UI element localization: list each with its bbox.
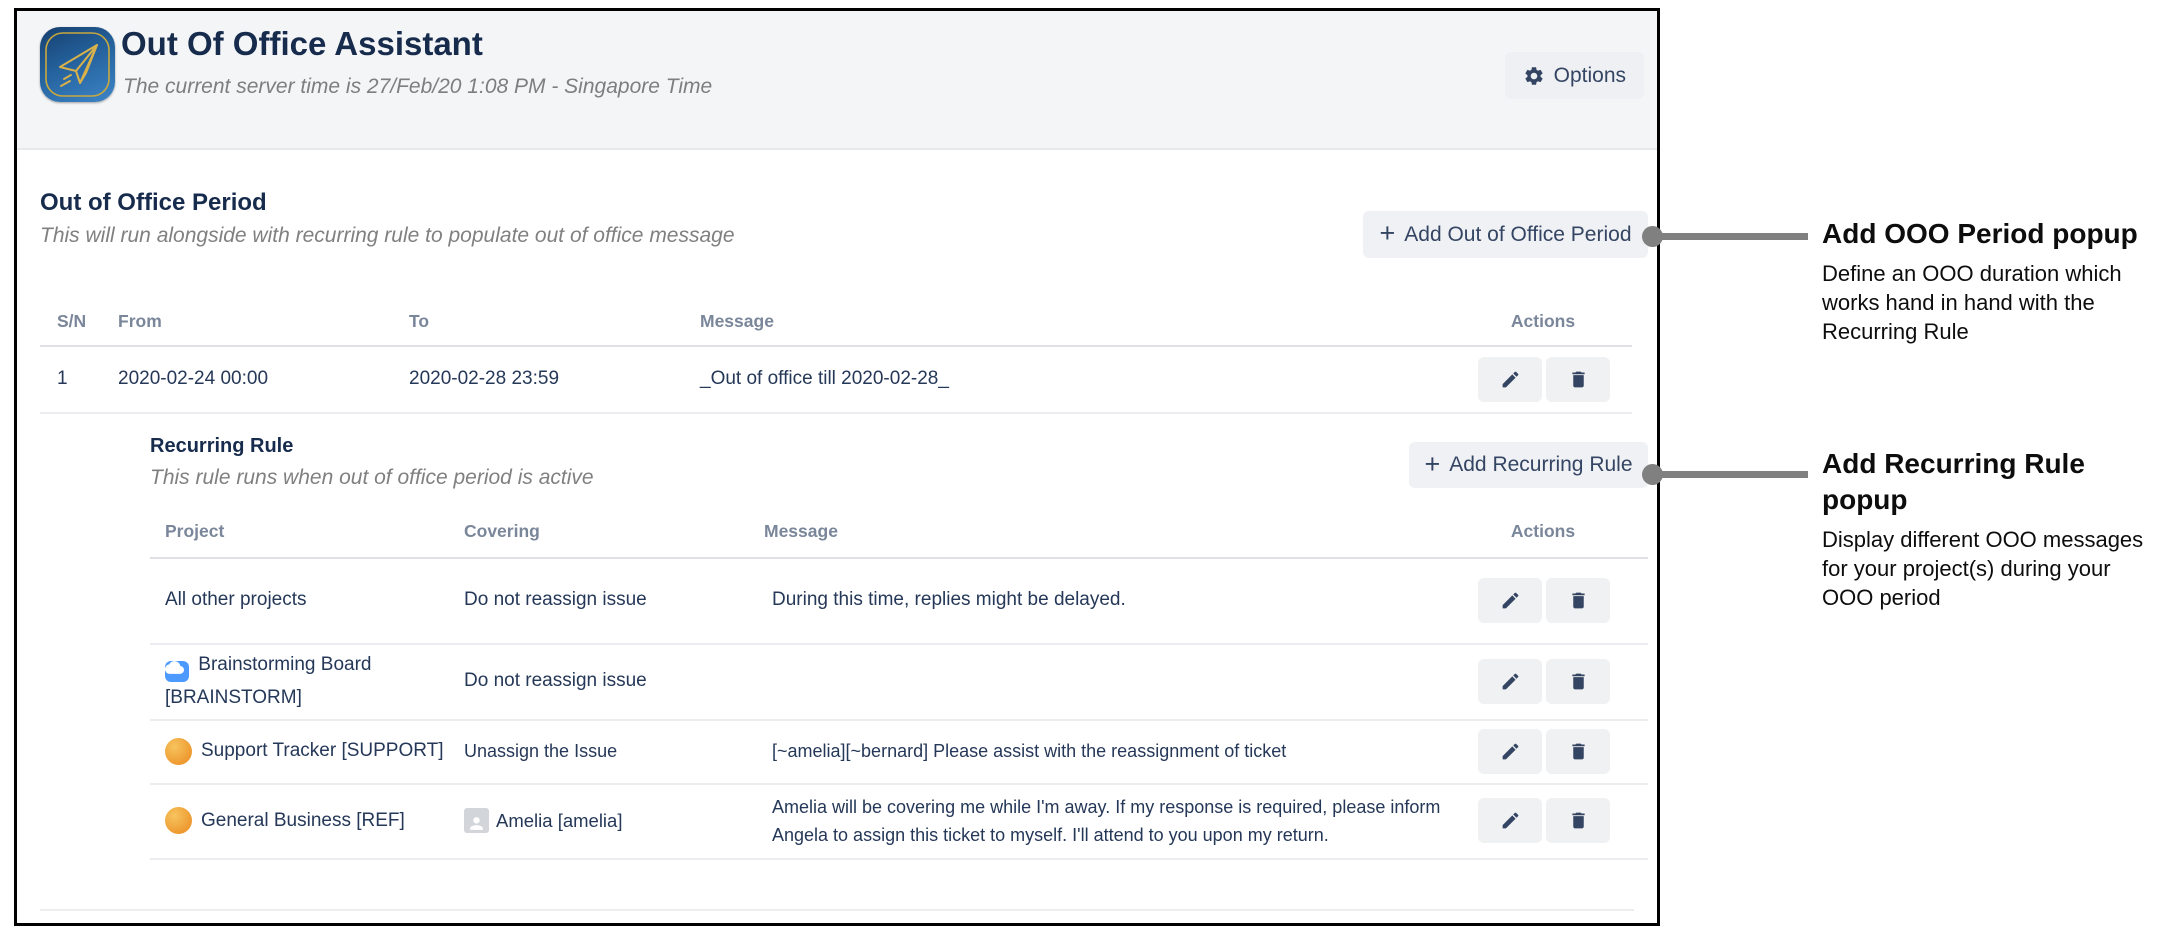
- annotation-title: Add OOO Period popup: [1822, 216, 2160, 252]
- cell-project: General Business [REF]: [165, 783, 455, 858]
- cell-project: Support Tracker [SUPPORT]: [165, 719, 455, 783]
- trash-icon: [1568, 369, 1589, 390]
- edit-recurring-rule-button[interactable]: [1478, 578, 1542, 623]
- trash-icon: [1568, 810, 1589, 831]
- cell-covering: Amelia [amelia]: [464, 783, 754, 858]
- recurring-rule-subtitle: This rule runs when out of office period…: [150, 466, 594, 490]
- pencil-icon: [1500, 741, 1521, 762]
- col-header-message: Message: [700, 299, 774, 343]
- cell-covering: Unassign the Issue: [464, 719, 744, 783]
- trash-icon: [1568, 671, 1589, 692]
- project-name: Support Tracker [SUPPORT]: [201, 740, 444, 762]
- paper-plane-icon: [40, 27, 115, 102]
- annotation-body: Display different OOO messages for your …: [1822, 525, 2160, 612]
- project-name: Brainstorming Board [BRAINSTORM]: [165, 654, 371, 708]
- col-header-covering: Covering: [464, 511, 540, 551]
- options-button[interactable]: Options: [1505, 52, 1644, 99]
- cell-project: Brainstorming Board [BRAINSTORM]: [165, 643, 437, 719]
- connector-dot: [1642, 226, 1663, 247]
- table-divider: [40, 412, 1632, 414]
- person-avatar-icon: [464, 808, 489, 833]
- paper-plane-app-icon: [40, 27, 115, 102]
- cell-message: Amelia will be covering me while I'm awa…: [772, 783, 1472, 858]
- annotation-add-recurring-rule: Add Recurring Rule popup Display differe…: [1822, 446, 2160, 612]
- trash-icon: [1568, 741, 1589, 762]
- col-header-sn: S/N: [57, 299, 86, 343]
- cell-covering: Do not reassign issue: [464, 643, 744, 719]
- connector-line: [1650, 233, 1808, 240]
- add-ooo-period-label: Add Out of Office Period: [1404, 223, 1631, 247]
- recurring-table-header: Project Covering Message Actions: [150, 511, 1648, 551]
- page-title: Out Of Office Assistant: [121, 25, 483, 63]
- pencil-icon: [1500, 810, 1521, 831]
- recurring-rule-row: Brainstorming Board [BRAINSTORM] Do not …: [150, 643, 1648, 719]
- ooo-assistant-panel: Out Of Office Assistant The current serv…: [14, 8, 1660, 926]
- col-header-actions: Actions: [1468, 511, 1618, 551]
- pencil-icon: [1500, 671, 1521, 692]
- gear-icon: [1523, 65, 1545, 87]
- connector-dot: [1642, 464, 1663, 485]
- recurring-rule-row: General Business [REF] Amelia [amelia] A…: [150, 783, 1648, 858]
- col-header-actions: Actions: [1468, 299, 1618, 343]
- orange-project-avatar-icon: [165, 738, 192, 765]
- delete-recurring-rule-button[interactable]: [1546, 729, 1610, 774]
- delete-recurring-rule-button[interactable]: [1546, 798, 1610, 843]
- plus-icon: +: [1379, 220, 1395, 247]
- col-header-message: Message: [764, 511, 838, 551]
- cell-message: _Out of office till 2020-02-28_: [700, 347, 949, 411]
- col-header-to: To: [409, 299, 429, 343]
- ooo-period-subtitle: This will run alongside with recurring r…: [40, 224, 735, 248]
- delete-recurring-rule-button[interactable]: [1546, 659, 1610, 704]
- recurring-rule-row: All other projects Do not reassign issue…: [150, 557, 1648, 643]
- add-recurring-rule-button[interactable]: + Add Recurring Rule: [1409, 442, 1648, 488]
- edit-recurring-rule-button[interactable]: [1478, 729, 1542, 774]
- panel-header: Out Of Office Assistant The current serv…: [17, 11, 1657, 150]
- connector-line: [1650, 471, 1808, 478]
- edit-recurring-rule-button[interactable]: [1478, 659, 1542, 704]
- cell-from: 2020-02-24 00:00: [118, 347, 268, 411]
- annotation-title: Add Recurring Rule popup: [1822, 446, 2160, 518]
- annotation-body: Define an OOO duration which works hand …: [1822, 259, 2160, 346]
- ooo-period-row: 1 2020-02-24 00:00 2020-02-28 23:59 _Out…: [17, 347, 1657, 411]
- add-recurring-rule-label: Add Recurring Rule: [1449, 453, 1632, 477]
- cell-covering: Do not reassign issue: [464, 557, 744, 643]
- recurring-rule-row: Support Tracker [SUPPORT] Unassign the I…: [150, 719, 1648, 783]
- orange-project-avatar-icon: [165, 807, 192, 834]
- cell-message: [772, 643, 1472, 719]
- plus-icon: +: [1424, 451, 1440, 478]
- trash-icon: [1568, 590, 1589, 611]
- pencil-icon: [1500, 369, 1521, 390]
- col-header-project: Project: [165, 511, 224, 551]
- cell-message: During this time, replies might be delay…: [772, 557, 1472, 643]
- cell-sn: 1: [57, 347, 68, 411]
- panel-bottom-divider: [40, 909, 1634, 911]
- annotation-add-ooo-period: Add OOO Period popup Define an OOO durat…: [1822, 216, 2160, 346]
- ooo-period-title: Out of Office Period: [40, 189, 267, 217]
- cell-to: 2020-02-28 23:59: [409, 347, 559, 411]
- delete-recurring-rule-button[interactable]: [1546, 578, 1610, 623]
- add-ooo-period-button[interactable]: + Add Out of Office Period: [1363, 211, 1648, 258]
- options-button-label: Options: [1554, 64, 1626, 88]
- pencil-icon: [1500, 590, 1521, 611]
- delete-ooo-period-button[interactable]: [1546, 357, 1610, 402]
- table-divider: [150, 858, 1648, 860]
- col-header-from: From: [118, 299, 162, 343]
- project-name: General Business [REF]: [201, 810, 405, 832]
- cloud-icon: [165, 661, 189, 682]
- ooo-period-table-header: S/N From To Message Actions: [17, 299, 1657, 343]
- edit-recurring-rule-button[interactable]: [1478, 798, 1542, 843]
- cell-message: [~amelia][~bernard] Please assist with t…: [772, 719, 1492, 783]
- recurring-rule-title: Recurring Rule: [150, 435, 293, 458]
- server-time-subtitle: The current server time is 27/Feb/20 1:0…: [123, 75, 712, 99]
- screenshot-canvas: Out Of Office Assistant The current serv…: [0, 0, 2160, 936]
- cell-project: All other projects: [165, 557, 445, 643]
- edit-ooo-period-button[interactable]: [1478, 357, 1542, 402]
- covering-user: Amelia [amelia]: [496, 810, 622, 832]
